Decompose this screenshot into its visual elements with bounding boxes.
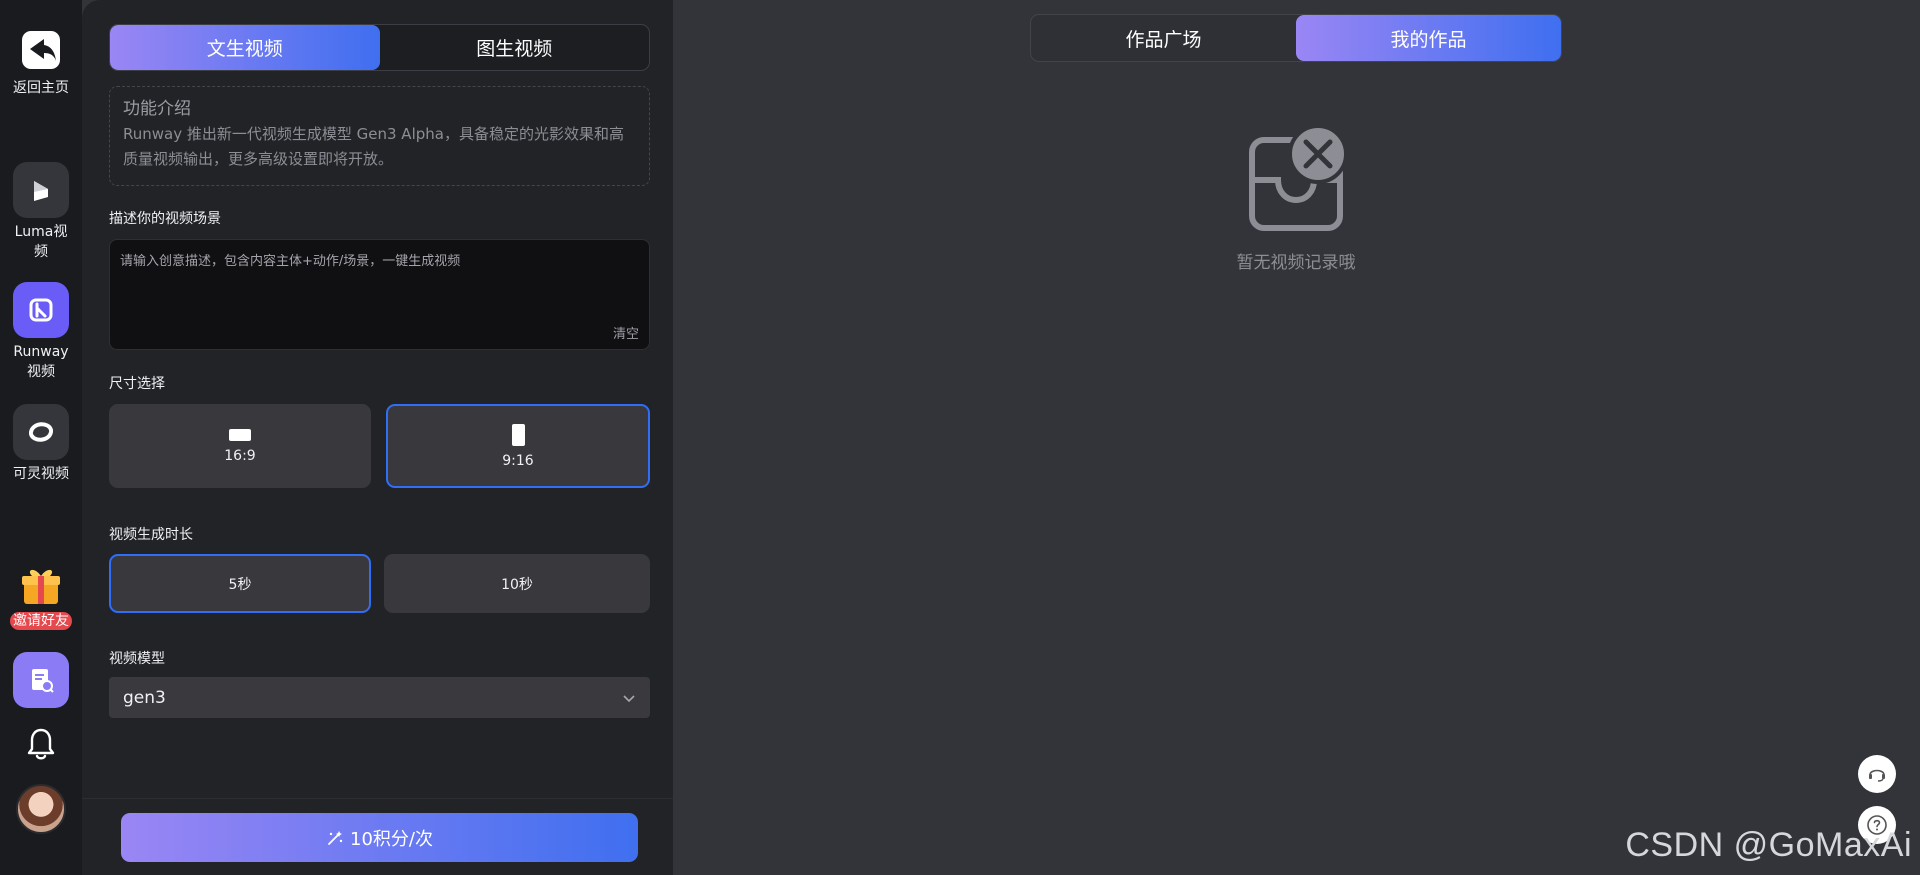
generate-button-label: 10积分/次 — [350, 828, 433, 850]
left-rail: 返回主页 Luma视频 Runway视频 可灵视频 邀请好友 — [0, 0, 82, 875]
invite-friends-button[interactable]: 邀请好友 — [0, 564, 82, 630]
customer-service-button[interactable] — [1858, 755, 1896, 793]
back-home-label: 返回主页 — [13, 80, 69, 96]
chevron-down-icon — [623, 694, 635, 702]
empty-state-text: 暂无视频记录哦 — [1236, 253, 1356, 273]
feature-intro-box: 功能介绍 Runway 推出新一代视频生成模型 Gen3 Alpha，具备稳定的… — [109, 86, 650, 186]
feature-intro-title: 功能介绍 — [123, 99, 191, 119]
size-option-16-9[interactable]: 16:9 — [109, 404, 371, 488]
size-label: 尺寸选择 — [109, 376, 165, 392]
prompt-box: 清空 — [109, 239, 650, 350]
duration-option-label: 10秒 — [501, 576, 533, 593]
duration-label: 视频生成时长 — [109, 527, 193, 543]
duration-option-label: 5秒 — [228, 576, 252, 593]
headset-icon — [1869, 769, 1885, 782]
notifications-button[interactable] — [0, 724, 82, 764]
size-option-label: 9:16 — [502, 452, 534, 469]
clear-button[interactable]: 清空 — [613, 323, 639, 342]
duration-option-10s[interactable]: 10秒 — [384, 554, 650, 613]
works-tabs: 作品广场 我的作品 — [1030, 14, 1562, 62]
model-select-value: gen3 — [123, 687, 166, 708]
rail-item-label: Runway视频 — [13, 344, 69, 380]
portrait-ratio-icon — [511, 423, 525, 446]
feature-intro-text: Runway 推出新一代视频生成模型 Gen3 Alpha，具备稳定的光影效果和… — [123, 125, 624, 168]
kling-logo-icon — [13, 404, 69, 460]
bell-icon — [13, 724, 69, 764]
prompt-input[interactable] — [110, 240, 649, 349]
back-home-button[interactable]: 返回主页 — [0, 22, 82, 98]
rail-item-label: Luma视频 — [14, 224, 68, 260]
user-avatar-button[interactable] — [0, 784, 82, 834]
model-label: 视频模型 — [109, 651, 165, 667]
mode-tabs: 文生视频 图生视频 — [109, 24, 650, 71]
settings-panel: 文生视频 图生视频 功能介绍 Runway 推出新一代视频生成模型 Gen3 A… — [82, 0, 673, 875]
prompt-label: 描述你的视频场景 — [109, 211, 221, 227]
landscape-ratio-icon — [229, 428, 251, 441]
panel-footer: 10积分/次 — [82, 798, 673, 875]
document-search-icon — [13, 652, 69, 708]
rail-item-luma[interactable]: Luma视频 — [0, 162, 82, 262]
runway-logo-icon — [13, 282, 69, 338]
tab-image-to-video[interactable]: 图生视频 — [380, 25, 650, 70]
back-arrow-icon — [13, 22, 69, 78]
empty-state: 暂无视频记录哦 — [1230, 122, 1362, 273]
size-option-label: 16:9 — [224, 447, 256, 464]
gift-icon — [16, 564, 66, 610]
model-select[interactable]: gen3 — [109, 677, 650, 718]
watermark: CSDN @GoMaxAi — [1625, 826, 1912, 864]
luma-logo-icon — [13, 162, 69, 218]
size-option-9-16[interactable]: 9:16 — [386, 404, 650, 488]
rail-item-kling[interactable]: 可灵视频 — [0, 404, 82, 484]
rail-item-records[interactable] — [0, 652, 82, 708]
duration-option-5s[interactable]: 5秒 — [109, 554, 371, 613]
tab-works-gallery[interactable]: 作品广场 — [1031, 15, 1296, 61]
magic-wand-icon — [328, 830, 343, 845]
empty-inbox-icon — [1249, 124, 1348, 231]
tab-my-works[interactable]: 我的作品 — [1296, 15, 1561, 61]
invite-friends-label: 邀请好友 — [10, 612, 72, 630]
generate-button[interactable]: 10积分/次 — [121, 813, 638, 862]
tab-text-to-video[interactable]: 文生视频 — [110, 25, 380, 70]
avatar — [16, 784, 66, 834]
rail-item-runway[interactable]: Runway视频 — [0, 282, 82, 382]
rail-item-label: 可灵视频 — [13, 466, 69, 482]
